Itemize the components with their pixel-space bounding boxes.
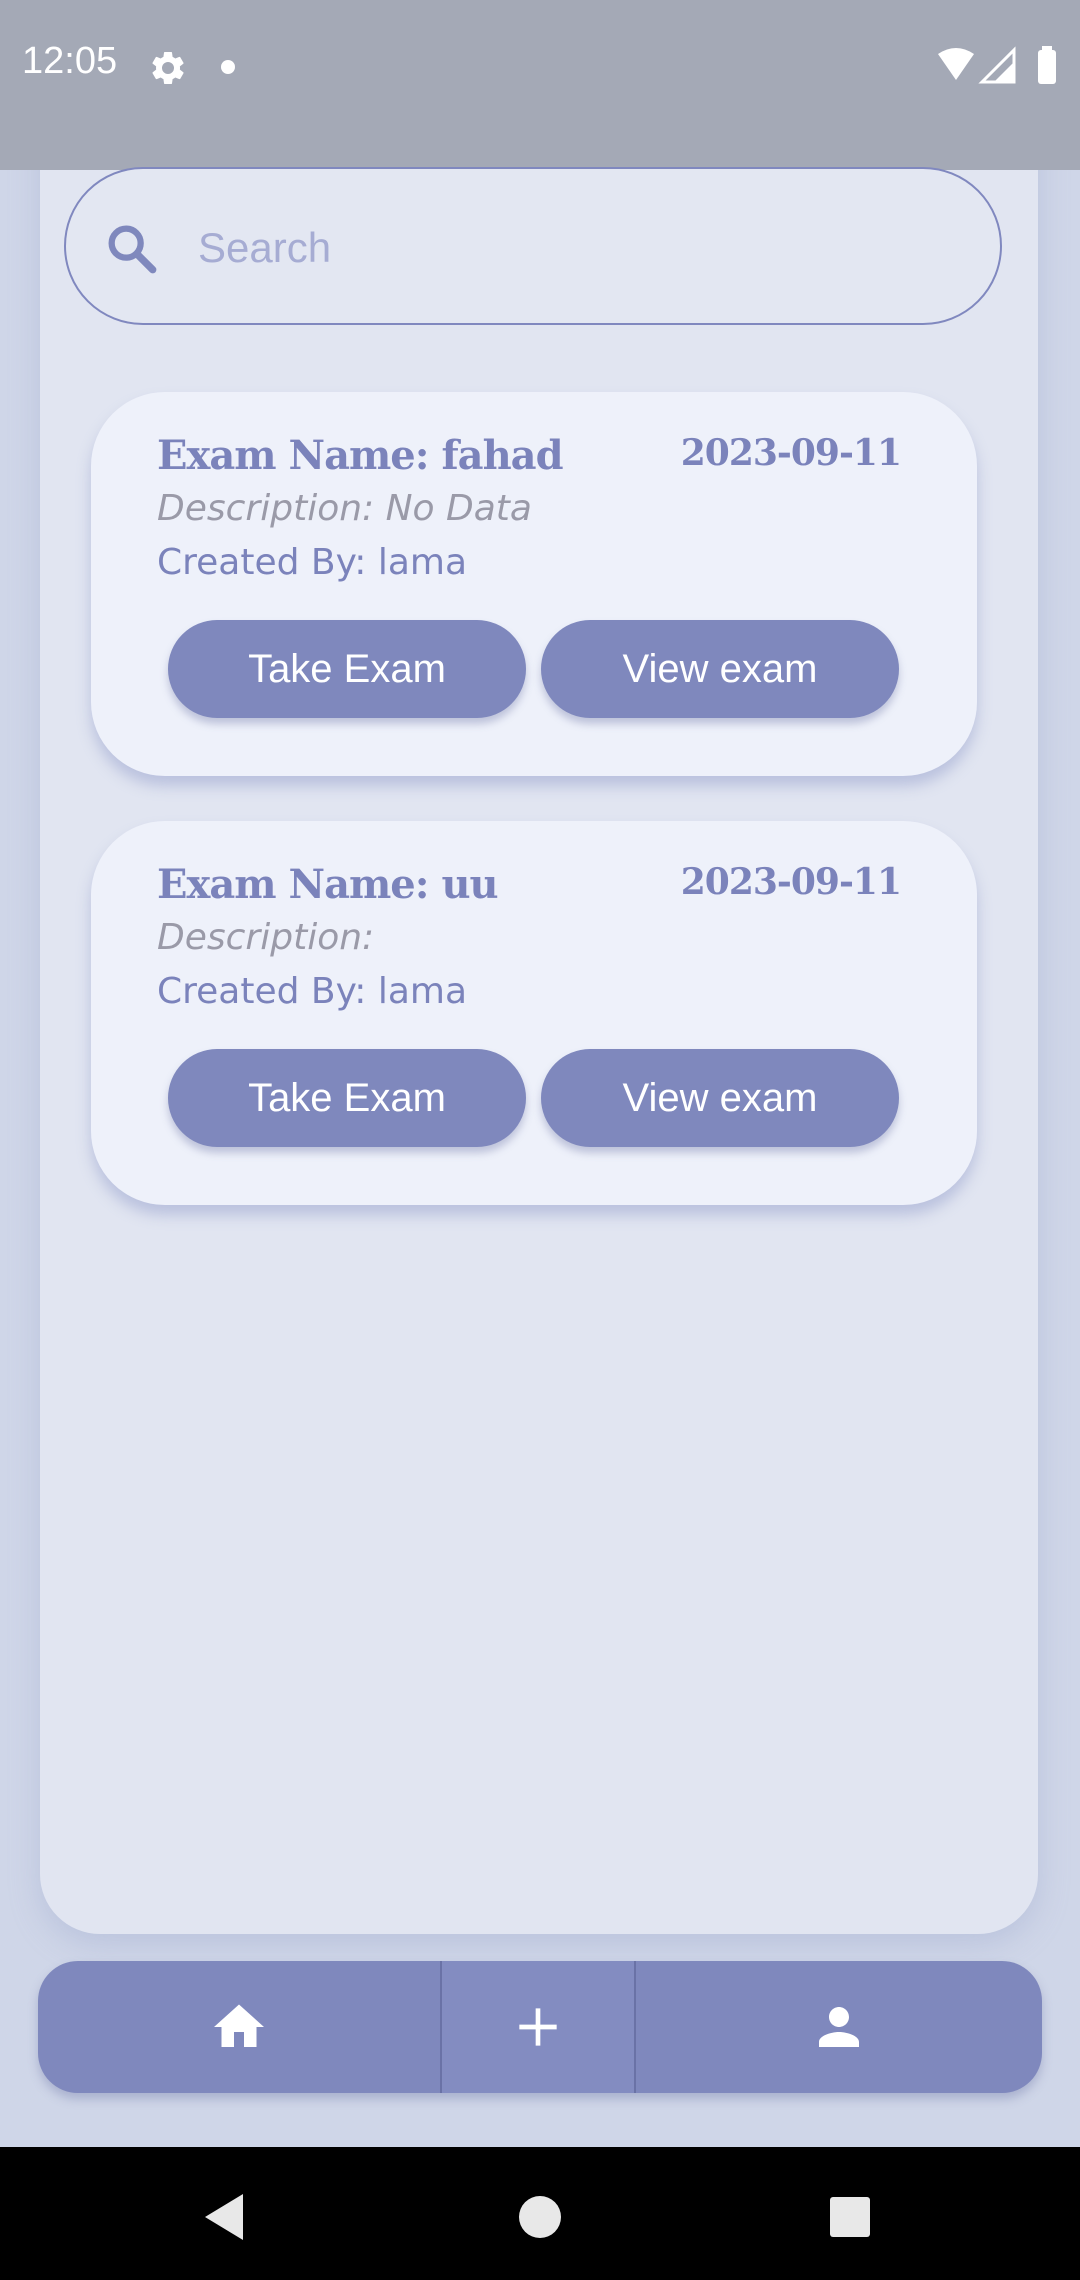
square-recents-icon xyxy=(830,2197,870,2237)
status-right-icons xyxy=(938,46,1056,84)
view-exam-button[interactable]: View exam xyxy=(541,1049,899,1147)
take-exam-button[interactable]: Take Exam xyxy=(168,1049,526,1147)
exam-description: Description: xyxy=(157,917,375,958)
nav-add-button[interactable] xyxy=(440,1961,636,2093)
back-icon xyxy=(205,2194,243,2240)
add-icon xyxy=(519,2008,557,2046)
system-navigation-bar xyxy=(0,2147,1080,2280)
back-button[interactable] xyxy=(194,2187,254,2247)
person-icon xyxy=(819,2007,859,2047)
exam-date: 2023-09-11 xyxy=(680,432,902,474)
notification-dot-icon xyxy=(221,60,235,74)
exam-date: 2023-09-11 xyxy=(680,861,902,903)
exam-name: Exam Name: fahad xyxy=(157,432,564,479)
exam-created-by: Created By: lama xyxy=(157,542,468,583)
recents-button[interactable] xyxy=(820,2187,880,2247)
exam-name: Exam Name: uu xyxy=(157,861,499,908)
exam-card: Exam Name: fahad 2023-09-11 Description:… xyxy=(91,392,977,776)
settings-icon xyxy=(152,51,184,84)
status-time: 12:05 xyxy=(22,40,118,82)
search-icon xyxy=(108,225,157,274)
home-icon xyxy=(214,2004,264,2047)
take-exam-button[interactable]: Take Exam xyxy=(168,620,526,718)
wifi-icon xyxy=(938,48,974,80)
circle-home-icon xyxy=(519,2196,561,2238)
view-exam-button[interactable]: View exam xyxy=(541,620,899,718)
bottom-nav xyxy=(38,1961,1042,2093)
home-system-button[interactable] xyxy=(510,2187,570,2247)
nav-profile-button[interactable] xyxy=(636,1961,1042,2093)
exam-description: Description: No Data xyxy=(157,488,532,529)
exam-created-by: Created By: lama xyxy=(157,971,468,1012)
exam-card: Exam Name: uu 2023-09-11 Description: Cr… xyxy=(91,821,977,1205)
nav-home-button[interactable] xyxy=(38,1961,440,2093)
search-input[interactable] xyxy=(196,209,960,287)
status-bar: 12:05 xyxy=(0,0,1080,170)
search-bar[interactable] xyxy=(64,167,1002,325)
battery-icon xyxy=(1038,50,1056,84)
